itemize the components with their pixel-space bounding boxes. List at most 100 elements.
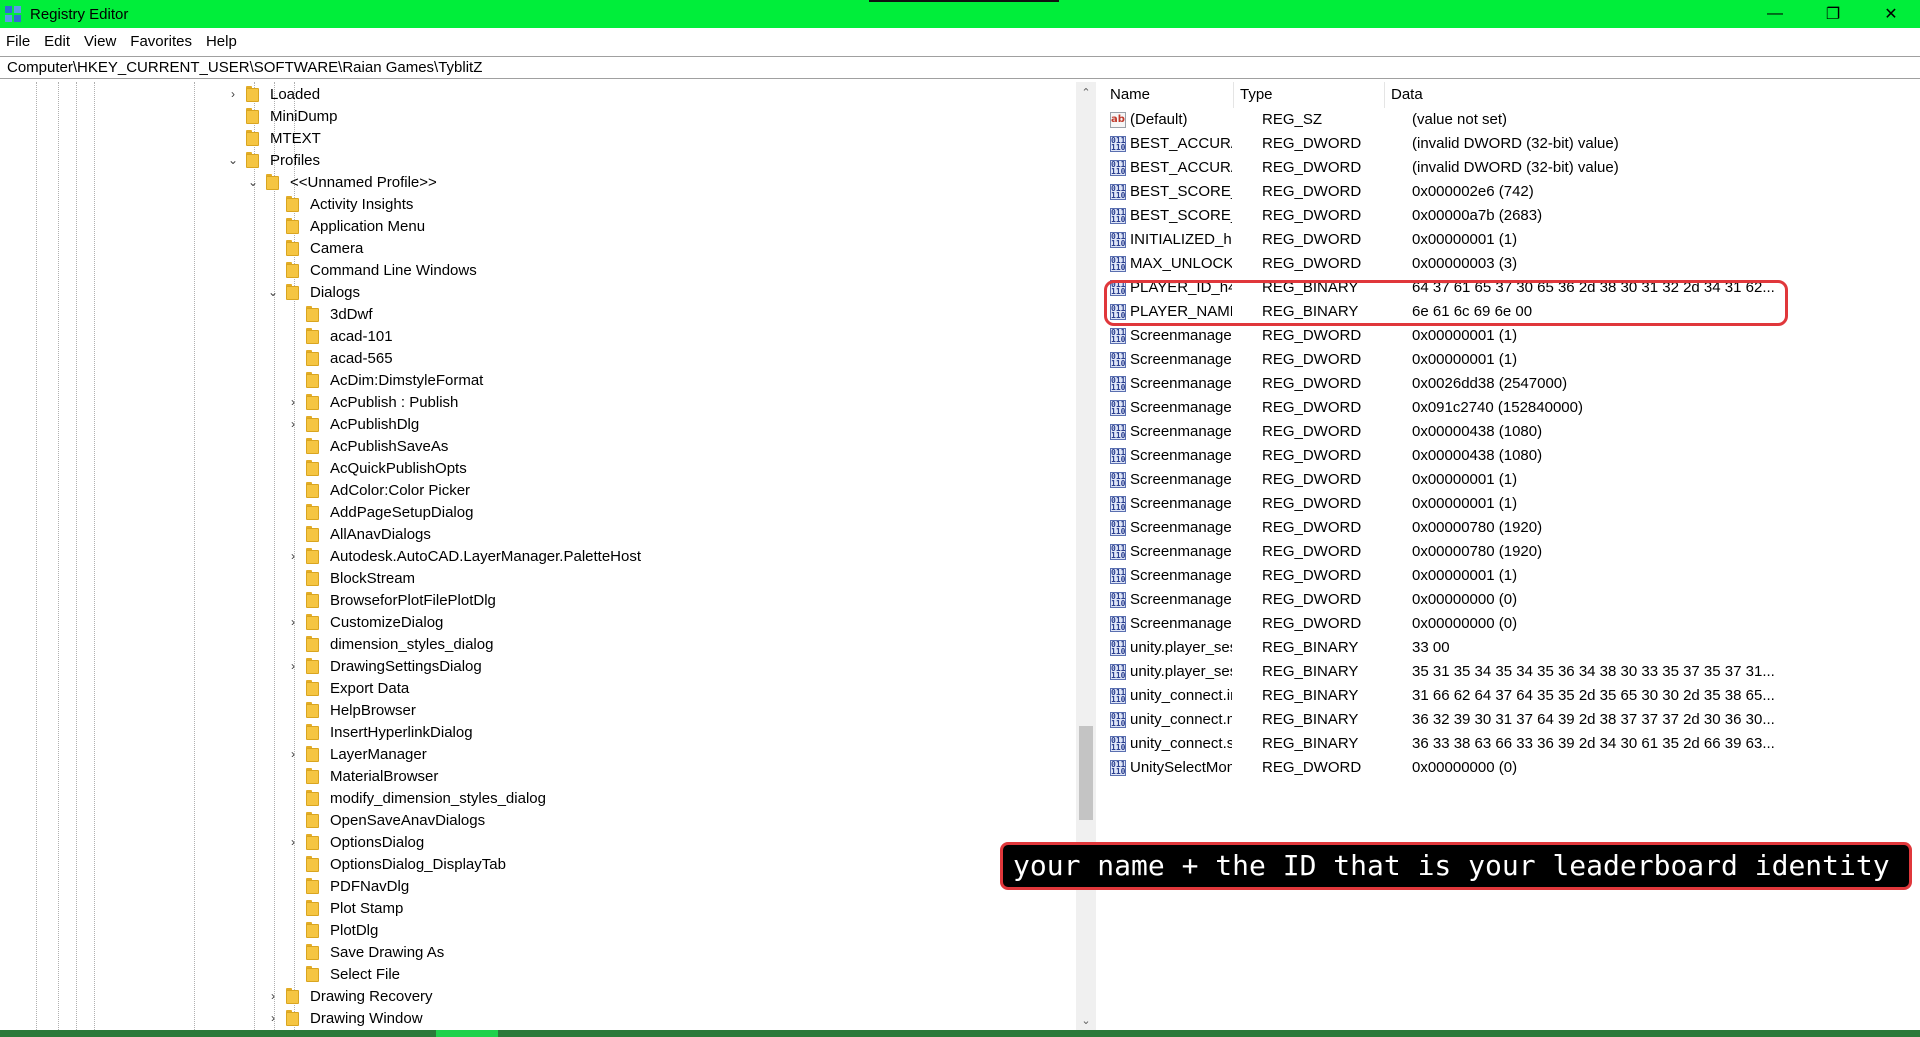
tree-item[interactable]: modify_dimension_styles_dialog [286, 787, 546, 809]
menu-edit[interactable]: Edit [44, 33, 70, 50]
tree-item[interactable]: Activity Insights [266, 193, 413, 215]
expanded-chevron-icon[interactable]: ⌄ [226, 149, 240, 171]
value-row[interactable]: 011110Screenmanager ... REG_DWORD 0x000000… [1104, 564, 1920, 588]
value-row[interactable]: ab (Default) REG_SZ (value not set) [1104, 108, 1920, 132]
value-row[interactable]: 011110Screenmanager ... REG_DWORD 0x000007… [1104, 516, 1920, 540]
value-row[interactable]: 011110Screenmanager ... REG_DWORD 0x0026dd… [1104, 372, 1920, 396]
value-row[interactable]: 011110Screenmanager ... REG_DWORD 0x000007… [1104, 540, 1920, 564]
value-row[interactable]: 011110unity_connect.ins... REG_BINARY 31 6… [1104, 684, 1920, 708]
value-row[interactable]: 011110BEST_ACCURACY... REG_DWORD (invalid … [1104, 156, 1920, 180]
value-row[interactable]: 011110BEST_SCORE_1_h... REG_DWORD 0x000002… [1104, 180, 1920, 204]
tree-item[interactable]: › LayerManager [286, 743, 427, 765]
value-row[interactable]: 011110unity.player_sessi... REG_BINARY 33 … [1104, 636, 1920, 660]
collapsed-chevron-icon[interactable]: › [266, 985, 280, 1007]
collapsed-chevron-icon[interactable]: › [266, 1007, 280, 1029]
value-row[interactable]: 011110Screenmanager ... REG_DWORD 0x000000… [1104, 468, 1920, 492]
tree-item[interactable]: MaterialBrowser [286, 765, 438, 787]
restore-button[interactable]: ❐ [1804, 0, 1862, 28]
title-bar[interactable]: Registry Editor — ❐ ✕ [0, 0, 1920, 28]
tree-guide-line [36, 82, 37, 1030]
value-row[interactable]: 011110unity_connect.ses... REG_BINARY 36 3… [1104, 732, 1920, 756]
tree-item[interactable]: › Drawing Window [266, 1007, 423, 1029]
tree-item[interactable]: PDFNavDlg [286, 875, 409, 897]
collapsed-chevron-icon[interactable]: › [286, 655, 300, 677]
collapsed-chevron-icon[interactable]: › [286, 391, 300, 413]
tree-item[interactable]: › Autodesk.AutoCAD.LayerManager.PaletteHo… [286, 545, 641, 567]
value-row[interactable]: 011110Screenmanager ... REG_DWORD 0x000000… [1104, 348, 1920, 372]
column-header-data[interactable]: Data [1385, 82, 1920, 108]
tree-item[interactable]: › Loaded [226, 83, 320, 105]
tree-item[interactable]: Save Drawing As [286, 941, 444, 963]
collapsed-chevron-icon[interactable]: › [226, 83, 240, 105]
collapsed-chevron-icon[interactable]: › [286, 611, 300, 633]
tree-item[interactable]: PlotDlg [286, 919, 378, 941]
value-row[interactable]: 011110INITIALIZED_h14... REG_DWORD 0x00000… [1104, 228, 1920, 252]
value-row[interactable]: 011110MAX_UNLOCKED... REG_DWORD 0x00000003… [1104, 252, 1920, 276]
tree-item[interactable]: 3dDwf [286, 303, 373, 325]
tree-item[interactable]: › AcPublishDlg [286, 413, 419, 435]
tree-item[interactable]: Select File [286, 963, 400, 985]
tree-item[interactable]: OptionsDialog_DisplayTab [286, 853, 506, 875]
tree-item[interactable]: › CustomizeDialog [286, 611, 443, 633]
tree-item[interactable]: HelpBrowser [286, 699, 416, 721]
tree-item[interactable]: Application Menu [266, 215, 425, 237]
value-row[interactable]: 011110Screenmanager ... REG_DWORD 0x000000… [1104, 588, 1920, 612]
value-row[interactable]: 011110Screenmanager ... REG_DWORD 0x000004… [1104, 444, 1920, 468]
value-row[interactable]: 011110BEST_SCORE_2_h... REG_DWORD 0x00000a… [1104, 204, 1920, 228]
value-row[interactable]: 011110Screenmanager ... REG_DWORD 0x000000… [1104, 324, 1920, 348]
menu-file[interactable]: File [6, 33, 30, 50]
key-tree[interactable]: › Loaded MiniDump MTEXT ⌄ Profiles ⌄ <<Unnamed … [0, 82, 1096, 1030]
tree-item[interactable]: InsertHyperlinkDialog [286, 721, 473, 743]
tree-item[interactable]: Plot Stamp [286, 897, 403, 919]
tree-item[interactable]: ⌄ <<Unnamed Profile>> [246, 171, 437, 193]
tree-item[interactable]: AllAnavDialogs [286, 523, 431, 545]
tree-item[interactable]: dimension_styles_dialog [286, 633, 493, 655]
tree-item[interactable]: ⌄ Dialogs [266, 281, 360, 303]
tree-item[interactable]: AcDim:DimstyleFormat [286, 369, 483, 391]
collapsed-chevron-icon[interactable]: › [286, 545, 300, 567]
value-row[interactable]: 011110BEST_ACCURACY... REG_DWORD (invalid … [1104, 132, 1920, 156]
scroll-down-icon[interactable]: ⌄ [1076, 1010, 1096, 1030]
tree-item[interactable]: Camera [266, 237, 363, 259]
tree-item[interactable]: BlockStream [286, 567, 415, 589]
minimize-button[interactable]: — [1746, 0, 1804, 28]
value-row[interactable]: 011110UnitySelectMonit... REG_DWORD 0x0000… [1104, 756, 1920, 780]
expanded-chevron-icon[interactable]: ⌄ [266, 281, 280, 303]
value-row[interactable]: 011110Screenmanager ... REG_DWORD 0x091c27… [1104, 396, 1920, 420]
scroll-thumb[interactable] [1079, 726, 1093, 820]
menu-help[interactable]: Help [206, 33, 237, 50]
tree-item[interactable]: AdColor:Color Picker [286, 479, 470, 501]
tree-item[interactable]: OpenSaveAnavDialogs [286, 809, 485, 831]
tree-item[interactable]: AcPublishSaveAs [286, 435, 448, 457]
value-row[interactable]: 011110Screenmanager ... REG_DWORD 0x000000… [1104, 492, 1920, 516]
scroll-up-icon[interactable]: ⌃ [1076, 82, 1096, 102]
collapsed-chevron-icon[interactable]: › [286, 831, 300, 853]
tree-item[interactable]: Command Line Windows [266, 259, 477, 281]
tree-item[interactable]: BrowseforPlotFilePlotDlg [286, 589, 496, 611]
address-bar[interactable]: Computer\HKEY_CURRENT_USER\SOFTWARE\Raia… [0, 56, 1920, 79]
tree-item[interactable]: acad-565 [286, 347, 393, 369]
column-header-type[interactable]: Type [1234, 82, 1385, 108]
value-row[interactable]: 011110unity_connect.m... REG_BINARY 36 32 … [1104, 708, 1920, 732]
tree-item[interactable]: ⌄ Profiles [226, 149, 320, 171]
value-row[interactable]: 011110Screenmanager ... REG_DWORD 0x000004… [1104, 420, 1920, 444]
tree-item[interactable]: acad-101 [286, 325, 393, 347]
column-header-name[interactable]: Name [1104, 82, 1234, 108]
menu-favorites[interactable]: Favorites [130, 33, 192, 50]
collapsed-chevron-icon[interactable]: › [286, 743, 300, 765]
menu-view[interactable]: View [84, 33, 116, 50]
value-row[interactable]: 011110unity.player_sessi... REG_BINARY 35 … [1104, 660, 1920, 684]
tree-item[interactable]: MiniDump [226, 105, 338, 127]
tree-item[interactable]: › Drawing Recovery [266, 985, 433, 1007]
tree-item[interactable]: › DrawingSettingsDialog [286, 655, 482, 677]
tree-item[interactable]: AddPageSetupDialog [286, 501, 473, 523]
tree-item[interactable]: Export Data [286, 677, 409, 699]
value-row[interactable]: 011110Screenmanager ... REG_DWORD 0x000000… [1104, 612, 1920, 636]
tree-item[interactable]: › AcPublish : Publish [286, 391, 458, 413]
tree-item[interactable]: MTEXT [226, 127, 321, 149]
close-button[interactable]: ✕ [1862, 0, 1920, 28]
expanded-chevron-icon[interactable]: ⌄ [246, 171, 260, 193]
collapsed-chevron-icon[interactable]: › [286, 413, 300, 435]
tree-item[interactable]: AcQuickPublishOpts [286, 457, 467, 479]
tree-item[interactable]: › OptionsDialog [286, 831, 424, 853]
